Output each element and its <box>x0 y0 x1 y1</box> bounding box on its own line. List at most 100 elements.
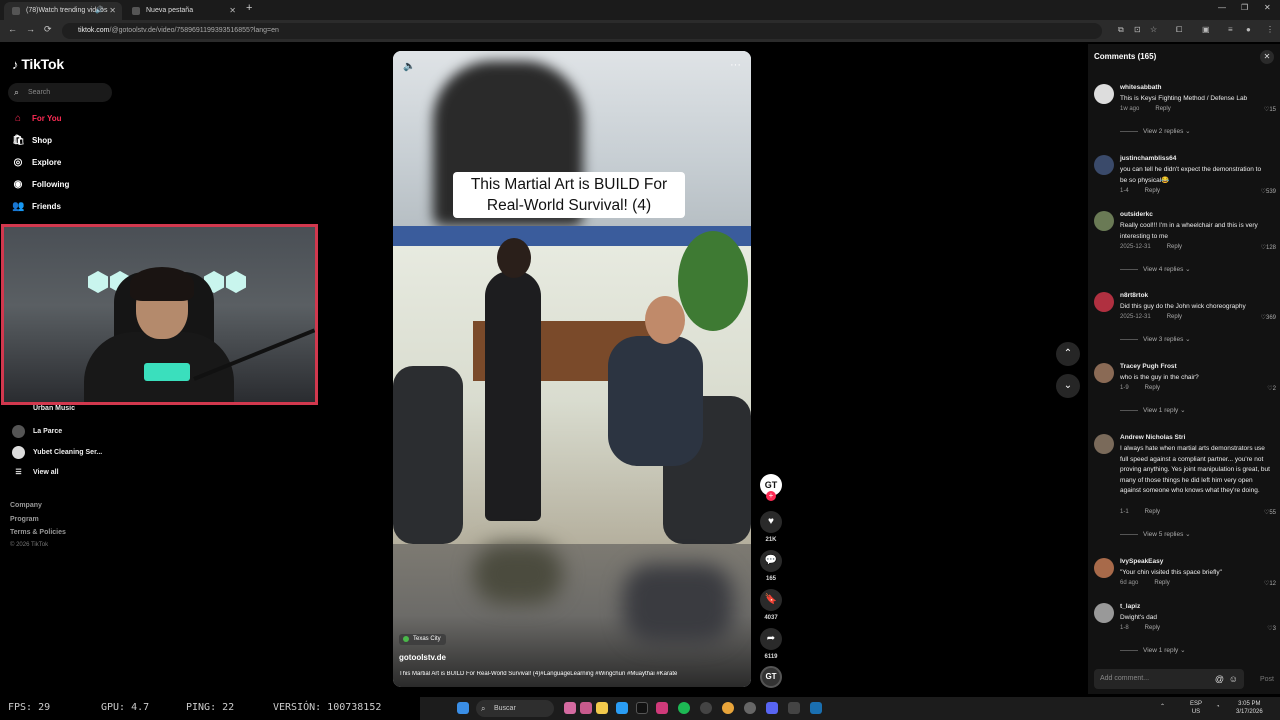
save-button[interactable]: 🔖 <box>760 589 782 611</box>
nav-shop[interactable]: 🛍 Shop <box>12 133 52 147</box>
tray-chevron-up-icon[interactable]: ⌃ <box>1160 703 1165 711</box>
tab-tiktok[interactable]: (78)Watch trending videos 🔊 ✕ <box>4 2 122 20</box>
following-account[interactable]: Yubet Cleaning Ser... <box>12 446 102 459</box>
network-icon[interactable]: ◔ <box>1216 703 1220 711</box>
following-account[interactable]: Urban Music <box>12 405 75 412</box>
mention-icon[interactable]: @ <box>1215 669 1224 689</box>
taskbar-search[interactable]: ⌕ Buscar <box>476 700 554 717</box>
nav-friends[interactable]: 👥 Friends <box>12 199 61 213</box>
settings-gear-icon[interactable] <box>744 702 756 714</box>
url-field[interactable]: tiktok.com/@gotoolstv.de/video/758969119… <box>62 23 1102 39</box>
comment-like-button[interactable]: ♡2 <box>1267 385 1276 392</box>
comment-user[interactable]: n8rt8rtok <box>1120 292 1148 299</box>
forward-icon[interactable]: → <box>26 24 35 34</box>
language-indicator[interactable]: ESP US <box>1190 700 1202 716</box>
previous-video-button[interactable]: ⌃ <box>1056 342 1080 366</box>
avatar[interactable] <box>1094 211 1114 231</box>
footer-program[interactable]: Program <box>10 516 39 523</box>
comment-user[interactable]: t_lapiz <box>1120 603 1140 610</box>
tiktok-logo[interactable]: ♪ TikTok <box>12 56 64 72</box>
view-replies-link[interactable]: View 2 replies ⌄ <box>1120 127 1191 135</box>
volume-icon[interactable]: 🔈 <box>403 61 415 72</box>
comment-user[interactable]: whitesabbath <box>1120 84 1162 91</box>
view-replies-link[interactable]: View 1 reply ⌄ <box>1120 646 1186 654</box>
video-author[interactable]: gotoolstv.de <box>399 653 446 662</box>
bookmark-star-icon[interactable]: ☆ <box>1150 25 1157 34</box>
comment-like-button[interactable]: ♡55 <box>1264 509 1276 516</box>
avatar[interactable] <box>1094 84 1114 104</box>
avatar[interactable] <box>1094 558 1114 578</box>
following-account[interactable]: La Parce <box>12 425 62 438</box>
avatar[interactable] <box>1094 292 1114 312</box>
reload-icon[interactable]: ⟳ <box>44 24 52 35</box>
view-replies-link[interactable]: View 1 reply ⌄ <box>1120 406 1186 414</box>
footer-company[interactable]: Company <box>10 502 42 509</box>
comment-button[interactable]: 💬 <box>760 550 782 572</box>
comment-user[interactable]: justinchambliss64 <box>1120 155 1176 162</box>
discord-icon[interactable] <box>766 702 778 714</box>
avatar[interactable] <box>1094 603 1114 623</box>
comment-like-button[interactable]: ♡369 <box>1261 314 1276 321</box>
comment-user[interactable]: Andrew Nicholas Stri <box>1120 434 1185 441</box>
reply-button[interactable]: Reply <box>1167 244 1182 250</box>
emoji-icon[interactable]: ☺ <box>1229 669 1238 689</box>
reply-button[interactable]: Reply <box>1167 314 1182 320</box>
reply-button[interactable]: Reply <box>1145 188 1160 194</box>
avatar[interactable] <box>1094 434 1114 454</box>
view-replies-link[interactable]: View 4 replies ⌄ <box>1120 265 1191 273</box>
edge-icon[interactable] <box>616 702 628 714</box>
close-tab-icon[interactable]: ✕ <box>109 2 116 20</box>
view-replies-link[interactable]: View 3 replies ⌄ <box>1120 335 1191 343</box>
app-icon[interactable] <box>564 702 576 714</box>
music-disc[interactable]: GT <box>760 666 782 688</box>
translate-icon[interactable]: ⊡ <box>1134 25 1141 34</box>
reply-button[interactable]: Reply <box>1155 106 1170 112</box>
location-tag[interactable]: Texas City <box>399 634 446 645</box>
avatar[interactable] <box>1094 363 1114 383</box>
comment-like-button[interactable]: ♡12 <box>1264 580 1276 587</box>
minimize-icon[interactable]: — <box>1218 3 1226 12</box>
reply-button[interactable]: Reply <box>1145 509 1160 515</box>
back-icon[interactable]: ← <box>8 24 17 34</box>
sidepanel-icon[interactable]: ▣ <box>1202 25 1210 34</box>
chrome-icon[interactable] <box>722 702 734 714</box>
comment-user[interactable]: outsiderkc <box>1120 211 1153 218</box>
reply-button[interactable]: Reply <box>1145 625 1160 631</box>
post-button[interactable]: Post <box>1260 676 1274 683</box>
more-options-icon[interactable]: ··· <box>730 59 741 71</box>
close-window-icon[interactable]: ✕ <box>1264 3 1271 12</box>
install-icon[interactable]: ⧉ <box>1118 25 1124 35</box>
app-icon[interactable] <box>580 702 592 714</box>
comment-like-button[interactable]: ♡128 <box>1261 244 1276 251</box>
profile-icon[interactable]: ● <box>1246 25 1251 34</box>
clock[interactable]: 3:05 PM 3/17/2026 <box>1236 700 1263 716</box>
app-icon[interactable] <box>788 702 800 714</box>
like-button[interactable]: ♥ <box>760 511 782 533</box>
view-replies-link[interactable]: View 5 replies ⌄ <box>1120 530 1191 538</box>
next-video-button[interactable]: ⌄ <box>1056 374 1080 398</box>
comment-like-button[interactable]: ♡539 <box>1261 188 1276 195</box>
nav-for-you[interactable]: ⌂ For You <box>12 111 62 125</box>
reply-button[interactable]: Reply <box>1145 385 1160 391</box>
extensions-icon[interactable]: ⧠ <box>1176 25 1182 35</box>
add-comment-input[interactable]: Add comment... @ ☺ <box>1094 669 1244 689</box>
nav-following[interactable]: ◉ Following <box>12 177 70 191</box>
spotify-icon[interactable] <box>678 702 690 714</box>
avatar[interactable] <box>1094 155 1114 175</box>
more-vertical-icon[interactable]: ⋮ <box>1266 25 1274 34</box>
new-tab-button[interactable]: + <box>246 2 252 14</box>
share-button[interactable]: ➦ <box>760 628 782 650</box>
comment-like-button[interactable]: ♡3 <box>1267 625 1276 632</box>
comment-user[interactable]: IvySpeakEasy <box>1120 558 1163 565</box>
follow-plus-icon[interactable]: + <box>766 491 776 501</box>
maximize-icon[interactable]: ❐ <box>1241 3 1248 12</box>
comment-like-button[interactable]: ♡15 <box>1264 106 1276 113</box>
close-tab-icon[interactable]: ✕ <box>229 2 236 20</box>
footer-terms[interactable]: Terms & Policies <box>10 529 66 536</box>
file-explorer-icon[interactable] <box>596 702 608 714</box>
tab-new[interactable]: Nueva pestaña ✕ <box>124 2 242 20</box>
app-icon[interactable] <box>656 702 668 714</box>
comment-user[interactable]: Tracey Pugh Frost <box>1120 363 1177 370</box>
steam-icon[interactable] <box>810 702 822 714</box>
video-player[interactable]: This Martial Art is BUILD For Real-World… <box>393 51 751 687</box>
